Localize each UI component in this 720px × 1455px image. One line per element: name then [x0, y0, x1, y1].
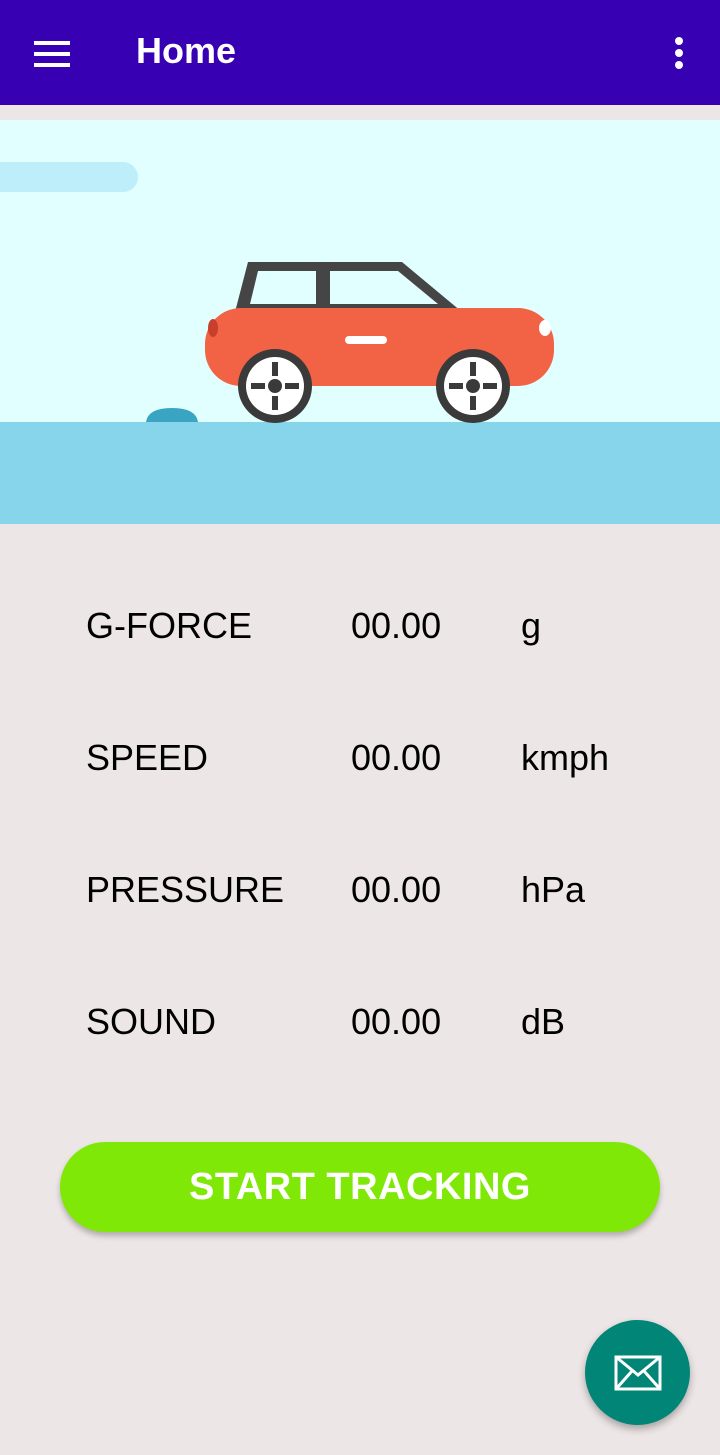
stat-unit: kmph: [521, 737, 610, 778]
stat-label: G-FORCE: [86, 605, 252, 646]
mail-fab[interactable]: [585, 1320, 690, 1425]
start-tracking-button[interactable]: START TRACKING: [60, 1142, 660, 1232]
stat-row-pressure: PRESSURE 00.00 hPa: [0, 851, 720, 921]
stat-row-sound: SOUND 00.00 dB: [0, 983, 720, 1053]
menu-button[interactable]: [30, 34, 74, 74]
stat-label: SOUND: [86, 1001, 217, 1042]
stat-row-speed: SPEED 00.00 kmph: [0, 719, 720, 789]
stat-label: PRESSURE: [86, 869, 285, 910]
mail-icon: [614, 1355, 661, 1390]
stat-unit: hPa: [521, 869, 586, 910]
stat-unit: g: [521, 605, 542, 646]
more-vert-icon: [675, 37, 683, 69]
stat-label: SPEED: [86, 737, 209, 778]
menu-icon: [34, 41, 70, 67]
stat-value: 00.00: [351, 737, 442, 778]
more-options-button[interactable]: [662, 34, 696, 74]
stat-row-gforce: G-FORCE 00.00 g: [0, 587, 720, 657]
stat-value: 00.00: [351, 869, 442, 910]
stat-value: 00.00: [351, 605, 442, 646]
car-illustration: [0, 120, 720, 524]
page-title: Home: [136, 30, 237, 71]
stat-unit: dB: [521, 1001, 566, 1042]
stat-value: 00.00: [351, 1001, 442, 1042]
app-bar: Home: [0, 0, 720, 105]
